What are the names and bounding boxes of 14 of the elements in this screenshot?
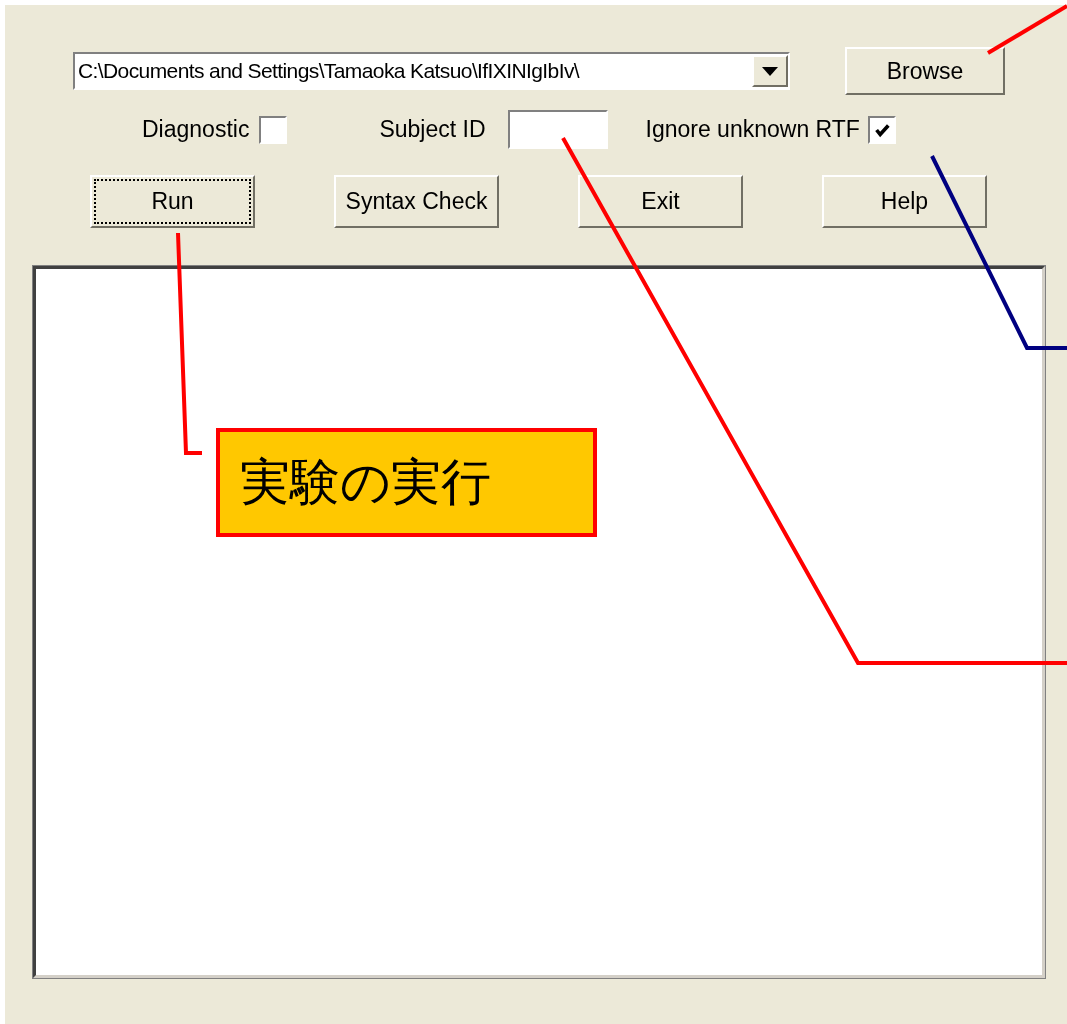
checkbox[interactable] — [259, 115, 288, 144]
action-button[interactable]: Run — [90, 175, 255, 228]
callout-label: 実験の実行 — [216, 428, 597, 537]
checkbox[interactable] — [867, 115, 896, 144]
action-button[interactable]: Help — [822, 175, 987, 228]
option-label: Subject ID — [379, 116, 486, 143]
option-label: Diagnostic — [142, 116, 250, 143]
output-area[interactable] — [33, 266, 1045, 978]
action-button[interactable]: Syntax Check — [334, 175, 499, 228]
path-combo-box[interactable]: C:\Documents and Settings\Tamaoka Katsuo\IfIXINIgIbIv\ — [73, 52, 790, 90]
browse-button[interactable]: Browse — [845, 47, 1005, 95]
action-button[interactable]: Exit — [578, 175, 743, 228]
subject-id-field[interactable] — [507, 110, 608, 149]
option-label: Ignore unknown RTF — [645, 116, 860, 143]
